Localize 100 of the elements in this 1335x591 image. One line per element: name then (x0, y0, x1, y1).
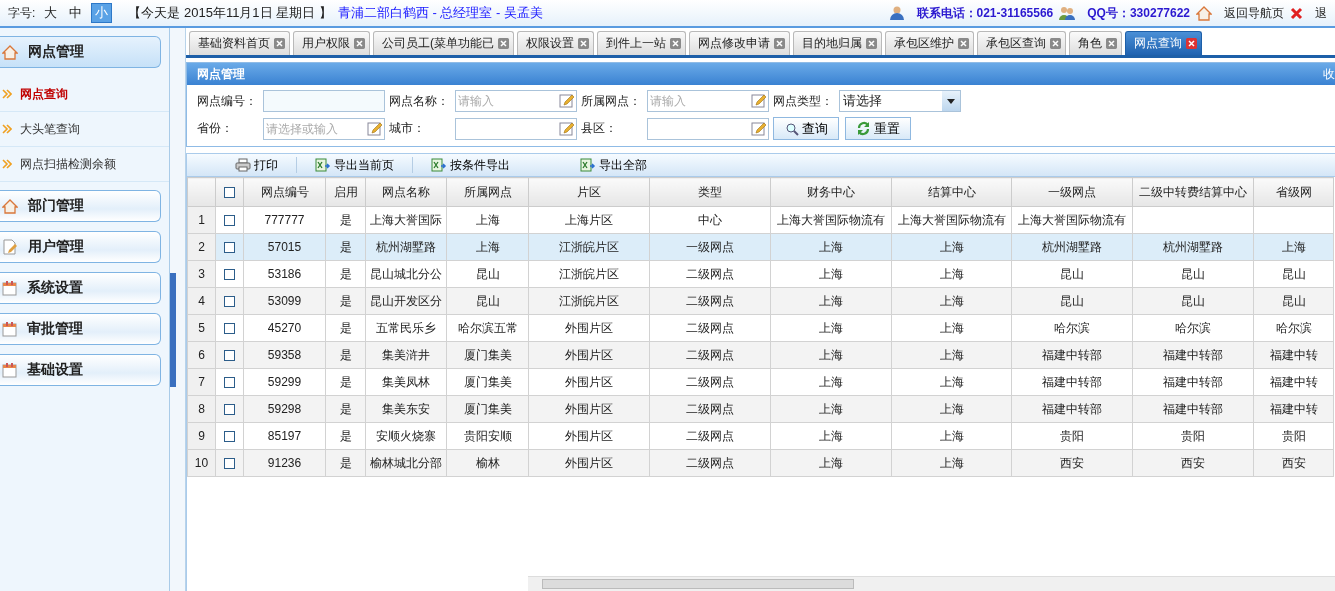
close-icon[interactable] (274, 38, 285, 49)
horizontal-scrollbar[interactable] (528, 576, 1335, 591)
export-button[interactable]: 按条件导出 (431, 156, 510, 174)
table-cell: 哈尔滨 (1011, 314, 1133, 342)
close-icon[interactable] (958, 38, 969, 49)
input-field[interactable] (263, 90, 385, 112)
checkbox[interactable] (224, 350, 235, 362)
close-icon[interactable] (1186, 38, 1197, 49)
checkbox[interactable] (224, 323, 235, 335)
table-cell: 上海 (770, 260, 892, 288)
column-header[interactable]: 二级中转费结算中心 (1132, 177, 1254, 207)
type-dropdown[interactable]: 请选择 (839, 90, 961, 112)
table-cell: 上海 (770, 422, 892, 450)
column-header[interactable]: 启用 (325, 177, 366, 207)
table-cell: 昆山 (1132, 260, 1254, 288)
pencil-icon[interactable] (751, 120, 767, 137)
qq-text: QQ号：330277622 (1087, 4, 1190, 22)
checkbox[interactable] (224, 296, 235, 308)
column-header[interactable]: 省级网 (1253, 177, 1334, 207)
table-cell: 上海 (770, 287, 892, 315)
sidebar-group[interactable]: 用户管理 (0, 231, 161, 263)
sidebar-group[interactable]: 部门管理 (0, 190, 161, 222)
input-field[interactable] (647, 117, 769, 140)
column-header[interactable]: 片区 (528, 177, 650, 207)
table-cell: 昆山开发区分 (365, 287, 447, 315)
search-button[interactable]: 查询 (773, 117, 839, 140)
sidebar-group[interactable]: 系统设置 (0, 272, 161, 304)
column-header[interactable]: 结算中心 (891, 177, 1012, 207)
close-icon[interactable] (774, 38, 785, 49)
tab[interactable]: 用户权限 (293, 31, 370, 55)
tab[interactable]: 目的地归属 (793, 31, 882, 55)
reset-button[interactable]: 重置 (845, 117, 911, 140)
close-icon[interactable] (866, 38, 877, 49)
close-icon[interactable] (498, 38, 509, 49)
row-number: 3 (187, 260, 216, 288)
close-icon[interactable] (354, 38, 365, 49)
table-cell: 福建中转部 (1011, 395, 1133, 423)
pencil-icon[interactable] (559, 93, 575, 109)
checkbox[interactable] (224, 242, 235, 254)
column-header[interactable]: 一级网点 (1011, 177, 1133, 207)
export-button[interactable]: 导出全部 (580, 156, 647, 174)
row-number: 9 (187, 422, 216, 450)
field-label: 所属网点： (581, 92, 642, 110)
column-header[interactable]: 所属网点 (446, 177, 529, 207)
table-cell: 中心 (649, 206, 771, 234)
sidebar-item[interactable]: 网点扫描检测余额 (0, 147, 169, 182)
font-size-label: 字号: (8, 4, 36, 22)
export-button[interactable]: 导出当前页 (315, 156, 394, 174)
checkbox[interactable] (224, 187, 235, 199)
font-size-option[interactable]: 大 (41, 4, 61, 22)
tab[interactable]: 网点查询 (1125, 31, 1202, 55)
input-field[interactable] (455, 117, 577, 140)
logout-link[interactable]: 退 (1315, 4, 1327, 22)
column-header[interactable]: 财务中心 (770, 177, 892, 207)
tab[interactable]: 承包区维护 (885, 31, 974, 55)
sidebar-item[interactable]: 大头笔查询 (0, 112, 169, 147)
checkbox[interactable] (224, 404, 235, 416)
checkbox[interactable] (224, 458, 235, 470)
column-header[interactable]: 网点名称 (365, 177, 447, 207)
close-icon[interactable] (578, 38, 589, 49)
sidebar-item[interactable]: 网点查询 (0, 77, 169, 112)
collapse-handle[interactable] (170, 273, 176, 387)
tab[interactable]: 权限设置 (517, 31, 594, 55)
table-cell: 上海 (770, 233, 892, 261)
home-link[interactable]: 返回导航页 (1224, 4, 1284, 22)
close-icon[interactable] (1106, 38, 1117, 49)
tab[interactable]: 网点修改申请 (689, 31, 790, 55)
column-header[interactable]: 类型 (649, 177, 771, 207)
sidebar-group[interactable]: 基础设置 (0, 354, 161, 386)
checkbox[interactable] (224, 269, 235, 281)
calendar-icon (2, 362, 17, 378)
table-cell: 上海大誉国际物流有 (770, 206, 892, 234)
sidebar-group[interactable]: 审批管理 (0, 313, 161, 345)
tab[interactable]: 承包区查询 (977, 31, 1066, 55)
printer-icon (235, 158, 251, 172)
pencil-icon[interactable] (751, 93, 767, 109)
pencil-icon[interactable] (367, 120, 383, 137)
row-number: 1 (187, 206, 216, 234)
tab[interactable]: 基础资料首页 (189, 31, 290, 55)
table-cell: 二级网点 (649, 260, 771, 288)
pencil-icon[interactable] (559, 120, 575, 137)
font-size-option[interactable]: 中 (66, 4, 86, 22)
input-field[interactable]: 请选择或输入 (263, 117, 385, 140)
field-label: 网点名称： (389, 92, 450, 110)
checkbox[interactable] (224, 431, 235, 443)
close-icon[interactable] (1050, 38, 1061, 49)
tab[interactable]: 角色 (1069, 31, 1122, 55)
refresh-icon (856, 121, 871, 136)
checkbox[interactable] (224, 215, 235, 227)
table-cell: 一级网点 (649, 233, 771, 261)
input-field[interactable]: 请输入 (455, 90, 577, 112)
column-header[interactable]: 网点编号 (243, 177, 326, 207)
table-cell: 贵阳 (1132, 422, 1254, 450)
print-button[interactable]: 打印 (235, 156, 278, 174)
checkbox[interactable] (224, 377, 235, 389)
sidebar-group[interactable]: 网点管理 (0, 36, 161, 68)
tab[interactable]: 到件上一站 (597, 31, 686, 55)
tab[interactable]: 公司员工(菜单功能已 (373, 31, 514, 55)
input-field[interactable]: 请输入 (647, 90, 769, 112)
close-icon[interactable] (670, 38, 681, 49)
